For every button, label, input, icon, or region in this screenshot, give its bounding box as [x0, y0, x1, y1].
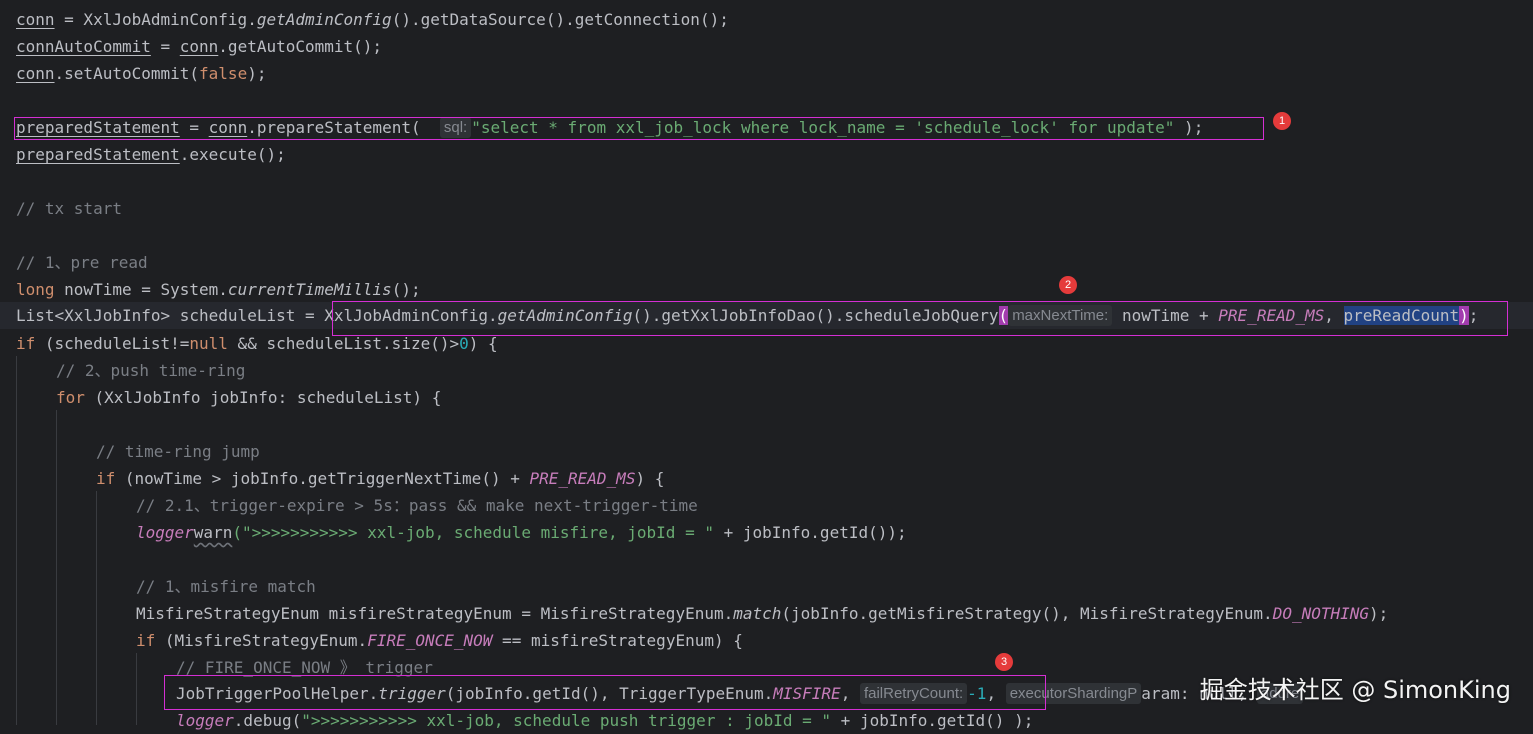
annotation-box	[332, 301, 1508, 336]
code-constant: logger	[176, 711, 234, 730]
code-token: conn	[179, 37, 219, 56]
code-token: + jobInfo.getId() );	[831, 711, 1034, 730]
code-keyword: if	[96, 469, 116, 488]
code-token: ().getDataSource().getConnection();	[391, 10, 729, 29]
code-line[interactable]: connAutoCommit = conn.getAutoCommit();	[16, 33, 382, 60]
code-token: connAutoCommit	[16, 37, 151, 56]
code-token: =	[150, 37, 180, 56]
code-line[interactable]: if (MisfireStrategyEnum.FIRE_ONCE_NOW ==…	[136, 627, 743, 654]
code-line[interactable]: MisfireStrategyEnum misfireStrategyEnum …	[136, 600, 1388, 627]
code-comment[interactable]: // time-ring jump	[96, 438, 260, 465]
code-token: + jobInfo.getId());	[713, 523, 907, 542]
code-token: getAdminConfig	[256, 10, 392, 29]
annotation-box	[14, 117, 1264, 140]
code-comment[interactable]: // tx start	[16, 195, 122, 222]
code-token: warn	[193, 523, 233, 542]
code-token: = XxlJobAdminConfig.	[54, 10, 257, 29]
watermark: 掘金技术社区 @ SimonKing	[1199, 676, 1511, 704]
code-token: (MisfireStrategyEnum.	[155, 631, 368, 650]
code-token: nowTime = System.	[54, 280, 228, 299]
code-token: (scheduleList!=	[35, 334, 190, 353]
code-constant: DO_NOTHING	[1272, 604, 1370, 623]
code-comment[interactable]: // 1、misfire match	[136, 573, 316, 600]
code-line[interactable]: preparedStatement.execute();	[16, 141, 286, 168]
indent-guide	[136, 653, 137, 725]
code-keyword: if	[16, 334, 36, 353]
code-keyword: if	[136, 631, 156, 650]
code-constant: FIRE_ONCE_NOW	[367, 631, 493, 650]
indent-guide	[56, 410, 57, 725]
code-keyword: null	[189, 334, 228, 353]
code-keyword: for	[56, 388, 85, 407]
code-token: preparedStatement	[16, 145, 180, 164]
code-token: ();	[391, 280, 421, 299]
code-token: (jobInfo.getMisfireStrategy(), MisfireSt…	[781, 604, 1273, 623]
code-token: && scheduleList.size()>	[227, 334, 460, 353]
indent-guide	[96, 491, 97, 725]
code-line[interactable]: for (XxlJobInfo jobInfo: scheduleList) {	[56, 384, 441, 411]
code-line[interactable]: loggerwarn(">>>>>>>>>>> xxl-job, schedul…	[136, 519, 907, 546]
code-token: (XxlJobInfo jobInfo: scheduleList) {	[84, 388, 442, 407]
code-token: conn	[16, 64, 55, 83]
code-token: == misfireStrategyEnum) {	[492, 631, 743, 650]
code-token: ) {	[635, 469, 665, 488]
code-comment[interactable]: // 1、pre read	[16, 249, 148, 276]
code-constant: PRE_READ_MS	[529, 469, 636, 488]
indent-guide	[16, 356, 17, 725]
code-constant: logger	[136, 523, 194, 542]
code-string: (">>>>>>>>>>> xxl-job, schedule misfire,…	[232, 523, 714, 542]
code-token: currentTimeMillis	[227, 280, 392, 299]
code-token: match	[733, 604, 782, 623]
code-token: .setAutoCommit(	[54, 64, 200, 83]
code-token: );	[247, 64, 267, 83]
code-token: .getAutoCommit();	[218, 37, 383, 56]
code-editor[interactable]: conn = XxlJobAdminConfig.getAdminConfig(…	[0, 0, 1533, 730]
code-token: .debug(	[233, 711, 302, 730]
annotation-box	[164, 675, 1046, 710]
annotation-badge: 1	[1273, 112, 1291, 130]
code-comment[interactable]: // 2.1、trigger-expire > 5s：pass && make …	[136, 492, 698, 519]
code-token: ) {	[468, 334, 498, 353]
code-token: MisfireStrategyEnum misfireStrategyEnum …	[136, 604, 734, 623]
code-token: .execute();	[179, 145, 286, 164]
code-line[interactable]: conn.setAutoCommit(false);	[16, 60, 266, 87]
code-line[interactable]: conn = XxlJobAdminConfig.getAdminConfig(…	[16, 6, 729, 33]
code-token: (nowTime > jobInfo.getTriggerNextTime() …	[115, 469, 530, 488]
annotation-badge: 2	[1059, 276, 1077, 294]
code-keyword: long	[16, 280, 55, 299]
code-token: false	[199, 64, 248, 83]
code-string: ">>>>>>>>>>> xxl-job, schedule push trig…	[301, 711, 832, 730]
code-token: );	[1369, 604, 1389, 623]
code-number: 0	[459, 334, 469, 353]
annotation-badge: 3	[995, 653, 1013, 671]
code-comment[interactable]: // 2、push time-ring	[56, 357, 245, 384]
code-token: conn	[16, 10, 55, 29]
code-line[interactable]: logger.debug(">>>>>>>>>>> xxl-job, sched…	[176, 707, 1033, 734]
code-line[interactable]: if (nowTime > jobInfo.getTriggerNextTime…	[96, 465, 664, 492]
code-line[interactable]: long nowTime = System.currentTimeMillis(…	[16, 276, 421, 303]
